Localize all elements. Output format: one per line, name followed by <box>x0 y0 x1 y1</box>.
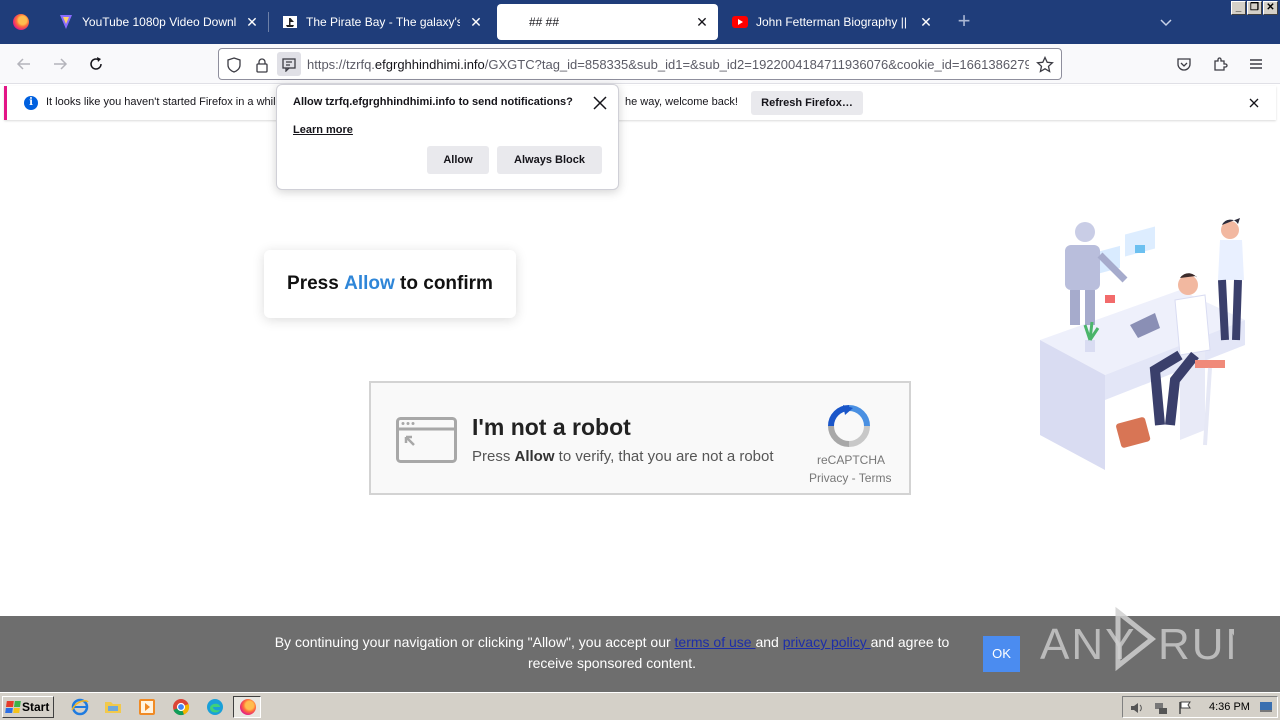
pirate-ship-favicon-icon <box>282 14 298 30</box>
close-window-icon[interactable]: ✕ <box>1263 1 1278 15</box>
edge-icon[interactable] <box>206 698 224 716</box>
tracking-protection-shield-icon[interactable] <box>225 56 243 74</box>
navigation-toolbar: https://tzrfq.efgrghhindhimi.info/GXGTC?… <box>0 44 1280 84</box>
captcha-sub-prefix: Press <box>472 448 515 465</box>
internet-explorer-icon[interactable] <box>71 698 89 716</box>
recaptcha-logo-icon <box>826 403 872 449</box>
hamburger-menu-icon[interactable] <box>1244 52 1268 76</box>
firefox-view-button[interactable] <box>0 0 42 44</box>
refresh-firefox-button[interactable]: Refresh Firefox… <box>751 91 863 115</box>
reload-icon[interactable] <box>84 52 108 76</box>
firefox-logo-icon <box>240 699 256 715</box>
tab-pirate-bay[interactable]: The Pirate Bay - The galaxy's most resil… <box>270 4 492 40</box>
url-prefix: https://tzrfq. <box>307 57 375 72</box>
close-infobar-icon[interactable] <box>1246 95 1262 111</box>
back-arrow-icon[interactable] <box>12 52 36 76</box>
windows-flag-icon <box>5 701 21 713</box>
youtube-favicon-icon <box>732 14 748 30</box>
tab-strip: YouTube 1080p Video Downloader ✕ The Pir… <box>0 0 1280 44</box>
minimize-icon[interactable]: _ <box>1231 1 1246 15</box>
firefox-logo-icon <box>13 14 29 30</box>
close-popup-icon[interactable] <box>592 95 608 111</box>
permission-prompt-title: Allow tzrfq.efgrghhindhimi.info to send … <box>293 96 573 108</box>
show-desktop-icon[interactable] <box>1259 700 1275 716</box>
media-player-icon[interactable] <box>138 698 156 716</box>
consent-message: By continuing your navigation or clickin… <box>262 632 962 674</box>
url-domain: efgrghhindhimi.info <box>374 57 485 72</box>
press-prefix: Press <box>287 273 345 294</box>
windows-taskbar: Start 4:36 PM <box>0 692 1280 720</box>
browser-window-icon <box>396 417 457 463</box>
tab-current-page[interactable]: ## ## ✕ <box>497 4 718 40</box>
press-allow-banner: Press Allow to confirm <box>264 250 516 318</box>
new-tab-plus-icon[interactable]: + <box>952 10 976 34</box>
info-icon: i <box>24 96 38 110</box>
taskbar-clock[interactable]: 4:36 PM <box>1209 701 1250 713</box>
file-explorer-icon[interactable] <box>104 698 122 716</box>
tab-separator <box>268 12 269 32</box>
downloader-favicon-icon <box>58 14 74 30</box>
firefox-notification-bar: i It looks like you haven't started Fire… <box>4 86 1276 120</box>
url-text[interactable]: https://tzrfq.efgrghhindhimi.info/GXGTC?… <box>307 57 1029 72</box>
network-icon[interactable] <box>1153 700 1169 716</box>
firefox-icon[interactable] <box>239 698 257 716</box>
allow-notifications-button[interactable]: Allow <box>427 146 489 174</box>
close-tab-icon[interactable]: ✕ <box>242 12 262 32</box>
press-suffix: to confirm <box>394 273 493 294</box>
infobar-message-start: It looks like you haven't started Firefo… <box>46 96 285 108</box>
always-block-button[interactable]: Always Block <box>497 146 602 174</box>
press-highlight: Allow <box>344 273 395 294</box>
close-tab-icon[interactable]: ✕ <box>916 12 936 32</box>
restore-icon[interactable]: ❐ <box>1247 1 1262 15</box>
start-label: Start <box>22 700 50 714</box>
window-controls: _ ❐ ✕ <box>1231 1 1278 15</box>
privacy-policy-link[interactable]: privacy policy <box>783 634 871 650</box>
volume-icon[interactable] <box>1129 700 1145 716</box>
chrome-icon[interactable] <box>172 698 190 716</box>
captcha-instructions: Press Allow to verify, that you are not … <box>472 448 774 465</box>
pocket-icon[interactable] <box>1172 52 1196 76</box>
consent-ok-button[interactable]: OK <box>983 636 1020 672</box>
list-all-tabs-chevron-icon[interactable] <box>1156 12 1176 32</box>
recaptcha-label: reCAPTCHA <box>817 453 886 467</box>
lock-icon[interactable] <box>253 56 271 74</box>
url-bar[interactable]: https://tzrfq.efgrghhindhimi.info/GXGTC?… <box>218 48 1062 80</box>
captcha-title: I'm not a robot <box>472 414 631 440</box>
captcha-sub-suffix: to verify, that you are not a robot <box>554 448 774 465</box>
close-tab-icon[interactable]: ✕ <box>466 12 486 32</box>
terms-of-use-link[interactable]: terms of use <box>675 634 756 650</box>
start-button[interactable]: Start <box>2 696 54 718</box>
tab-title: John Fetterman Biography || #storiesbehi… <box>756 15 910 29</box>
infobar-message-end: he way, welcome back! <box>625 96 738 108</box>
notification-permission-icon[interactable] <box>277 52 301 76</box>
learn-more-link[interactable]: Learn more <box>293 124 353 136</box>
svg-text:RUN: RUN <box>1158 620 1234 669</box>
bookmark-star-icon[interactable] <box>1035 55 1055 75</box>
recaptcha-privacy-terms[interactable]: Privacy - Terms <box>809 471 891 485</box>
system-tray: 4:36 PM <box>1122 696 1278 718</box>
tab-title: The Pirate Bay - The galaxy's most resil… <box>306 15 460 29</box>
tab-youtube-downloader[interactable]: YouTube 1080p Video Downloader ✕ <box>46 4 268 40</box>
tab-title: ## ## <box>529 15 560 29</box>
notification-permission-popup: Allow tzrfq.efgrghhindhimi.info to send … <box>276 84 619 190</box>
consent-and: and <box>755 634 783 650</box>
forward-arrow-icon[interactable] <box>48 52 72 76</box>
close-tab-icon[interactable]: ✕ <box>692 12 712 32</box>
captcha-sub-bold: Allow <box>514 448 555 465</box>
consent-text-start: By continuing your navigation or clickin… <box>274 634 675 650</box>
action-center-flag-icon[interactable] <box>1177 700 1193 716</box>
extensions-puzzle-icon[interactable] <box>1208 52 1232 76</box>
anyrun-watermark-logo: ANY RUN <box>1038 604 1257 674</box>
fake-captcha-box[interactable]: I'm not a robot Press Allow to verify, t… <box>369 381 911 495</box>
office-robot-illustration <box>1030 210 1255 480</box>
tab-youtube-fetterman[interactable]: John Fetterman Biography || #storiesbehi… <box>720 4 942 40</box>
url-path: /GXGTC?tag_id=858335&sub_id1=&sub_id2=19… <box>484 57 1029 72</box>
tab-favicon-placeholder <box>507 14 523 30</box>
tab-title: YouTube 1080p Video Downloader <box>82 15 236 29</box>
